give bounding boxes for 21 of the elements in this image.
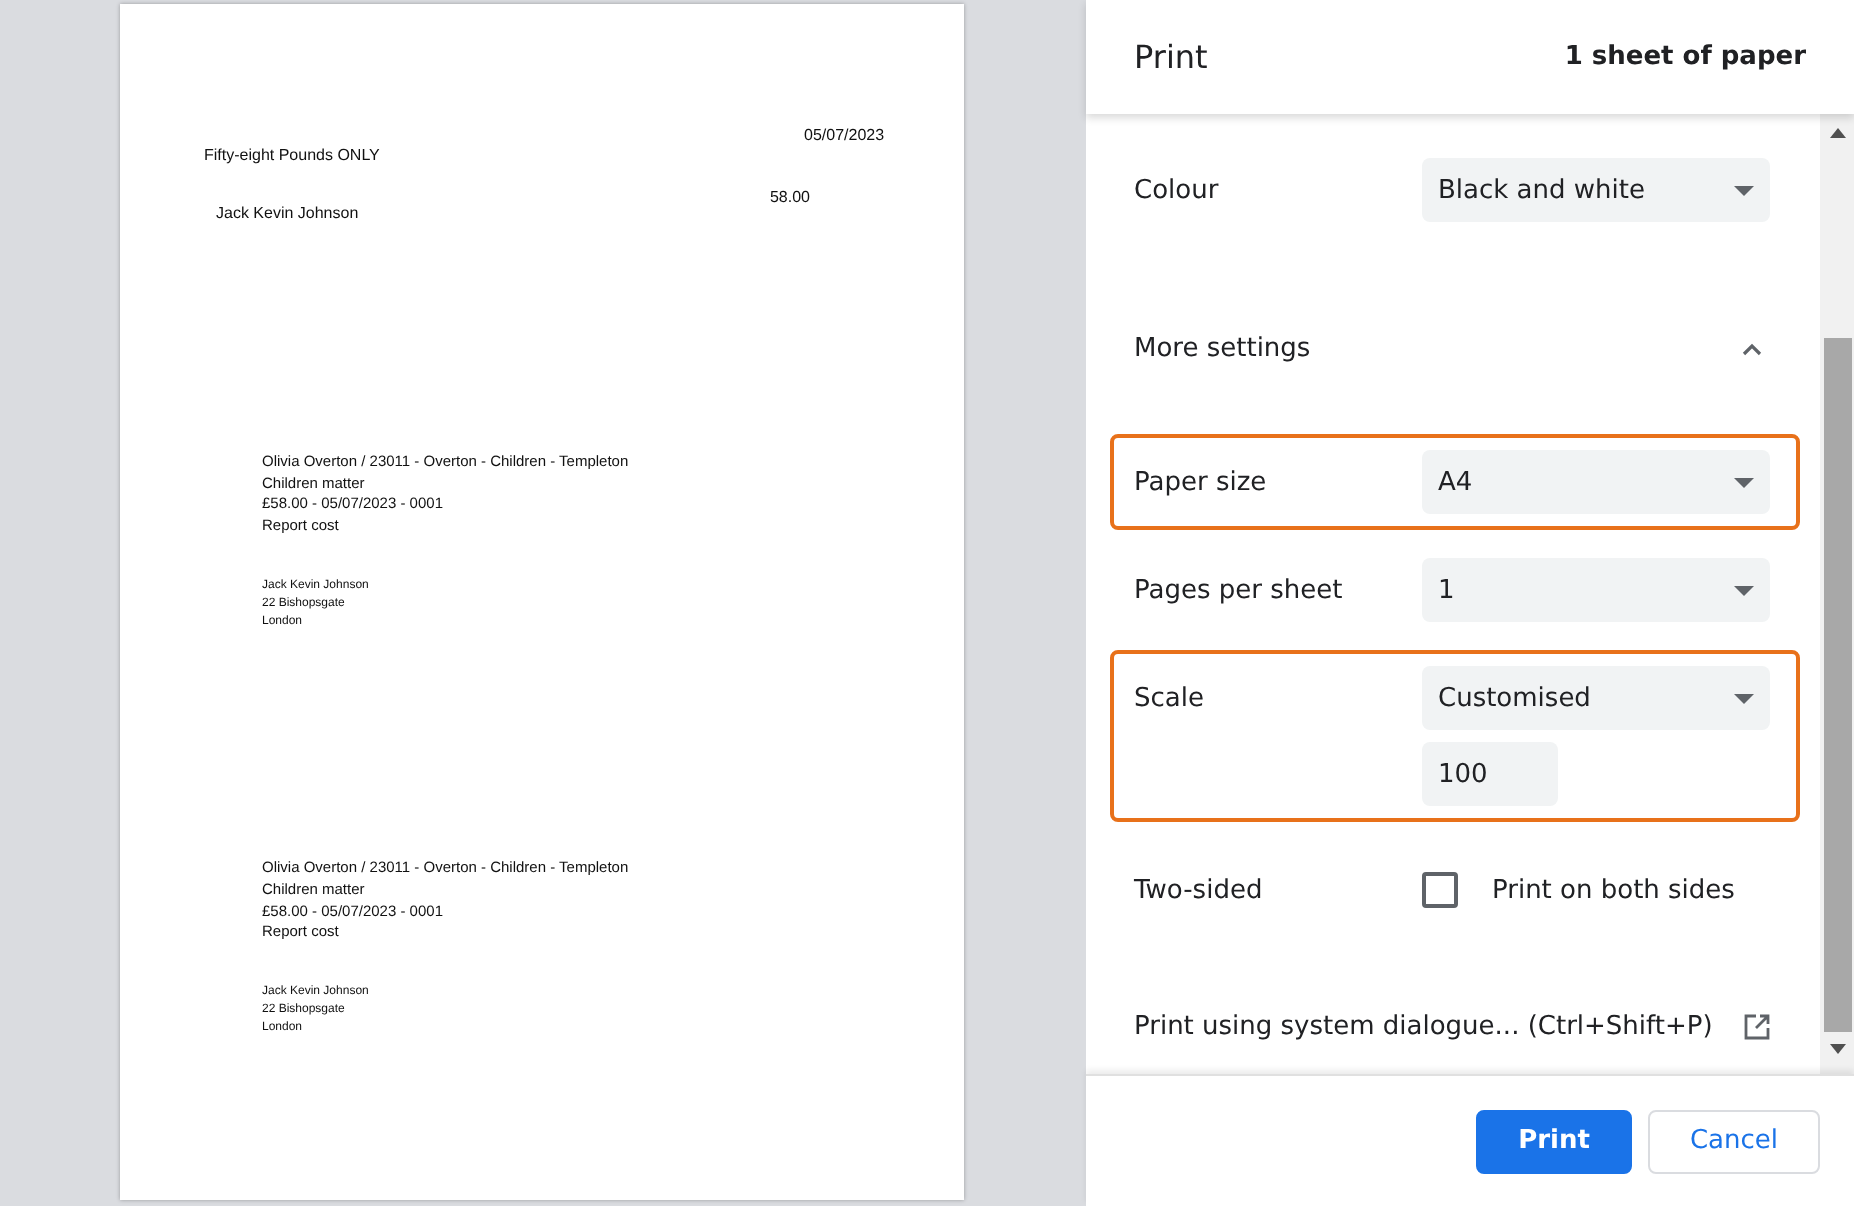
dropdown-select[interactable]: Customised xyxy=(1422,666,1770,730)
sheet-count: 1 sheet of paper xyxy=(1564,42,1806,72)
date-text: 05/07/2023 xyxy=(804,126,885,146)
setting-label: Scale xyxy=(1134,683,1204,713)
print-button[interactable]: Print xyxy=(1476,1109,1632,1173)
amount-words-text: Fifty-eight Pounds ONLY xyxy=(204,145,380,165)
scale-input[interactable]: 100 xyxy=(1422,742,1558,806)
setting-label: Pages per sheet xyxy=(1134,575,1343,605)
setting-label: More settings xyxy=(1134,333,1311,363)
dropdown-select[interactable]: 1 xyxy=(1422,558,1770,622)
dropdown-select[interactable]: A4 xyxy=(1422,450,1770,514)
amount-text: 58.00 xyxy=(769,188,810,208)
setting-label: Two-sided xyxy=(1134,875,1263,905)
system-dialog-link[interactable]: Print using system dialogue... (Ctrl+Shift+P) xyxy=(1134,1012,1713,1042)
setting-label: Colour xyxy=(1134,175,1219,205)
cancel-button[interactable]: Cancel xyxy=(1647,1109,1820,1173)
dialog-title: Print xyxy=(1134,38,1208,76)
checkbox-label: Print on both sides xyxy=(1492,875,1735,905)
setting-label: Paper size xyxy=(1134,467,1267,497)
payee-text: Jack Kevin Johnson xyxy=(216,204,359,224)
dropdown-select[interactable]: Black and white xyxy=(1422,158,1770,222)
